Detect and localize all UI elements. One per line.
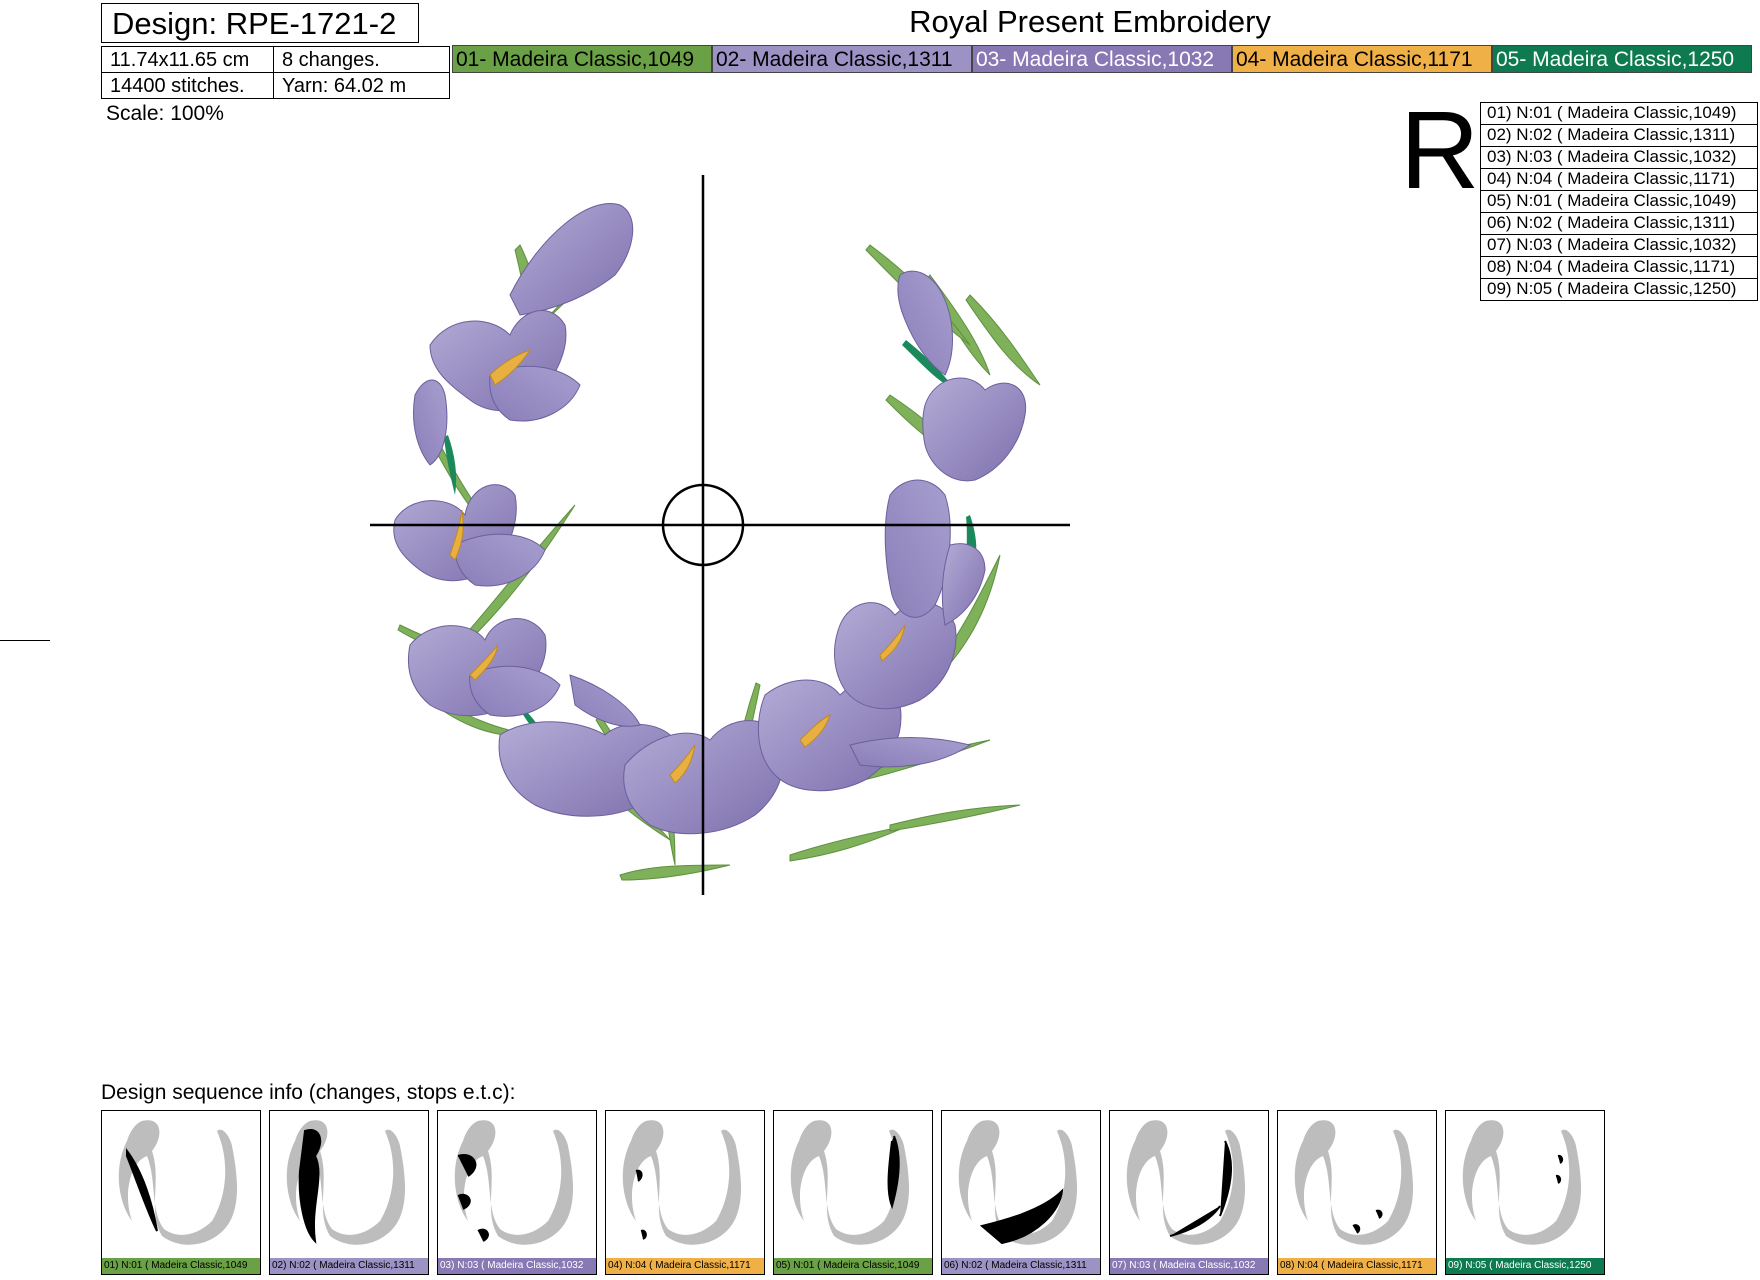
stops-heading: R xyxy=(1400,89,1480,212)
color-changes-count: 8 changes. xyxy=(273,46,450,73)
brand-title: Royal Present Embroidery xyxy=(909,4,1271,39)
scale-label: Scale: 100% xyxy=(106,102,224,125)
sequence-step-thumbnail xyxy=(958,1120,1077,1245)
current-step-highlight xyxy=(635,1169,647,1240)
crocus-flowers xyxy=(393,203,1027,835)
stop-list: 01) N:01 ( Madeira Classic,1049) 02) N:0… xyxy=(1480,102,1758,301)
sequence-step-label: 07) N:03 ( Madeira Classic,1032 xyxy=(1110,1258,1268,1274)
sequence-step-label: 02) N:02 ( Madeira Classic,1311 xyxy=(270,1258,428,1274)
sequence-thumbnails: 01) N:01 ( Madeira Classic,1049 02) N:02 … xyxy=(101,1110,1605,1275)
wreath-silhouette xyxy=(622,1120,741,1245)
margin-tick-mark xyxy=(0,640,50,641)
current-step-highlight xyxy=(1555,1154,1564,1184)
sequence-step-thumbnail xyxy=(286,1120,405,1245)
design-title: Design: RPE-1721-2 xyxy=(101,3,419,43)
sequence-step-card: 01) N:01 ( Madeira Classic,1049 xyxy=(101,1110,261,1275)
sequence-step-label: 08) N:04 ( Madeira Classic,1171 xyxy=(1278,1258,1436,1274)
sequence-step-card: 05) N:01 ( Madeira Classic,1049 xyxy=(773,1110,933,1275)
sequence-step-card: 04) N:04 ( Madeira Classic,1171 xyxy=(605,1110,765,1275)
sequence-step-label: 04) N:04 ( Madeira Classic,1171 xyxy=(606,1258,764,1274)
stitch-count: 14400 stitches. xyxy=(101,72,274,99)
design-info-table: 11.74x11.65 cm 8 changes. 14400 stitches… xyxy=(101,46,450,99)
sequence-step-card: 06) N:02 ( Madeira Classic,1311 xyxy=(941,1110,1101,1275)
sequence-step-label: 09) N:05 ( Madeira Classic,1250 xyxy=(1446,1258,1604,1274)
thread-swatch-1: 01- Madeira Classic,1049 xyxy=(452,45,712,73)
stop-row: 01) N:01 ( Madeira Classic,1049) xyxy=(1481,103,1757,125)
yarn-length: Yarn: 64.02 m xyxy=(273,72,450,99)
sequence-step-card: 03) N:03 ( Madeira Classic,1032 xyxy=(437,1110,597,1275)
sequence-step-card: 09) N:05 ( Madeira Classic,1250 xyxy=(1445,1110,1605,1275)
sequence-step-thumbnail xyxy=(790,1120,909,1245)
stop-row: 06) N:02 ( Madeira Classic,1311) xyxy=(1481,213,1757,235)
sequence-step-thumbnail xyxy=(118,1120,237,1245)
thread-swatch-2: 02- Madeira Classic,1311 xyxy=(712,45,972,73)
sequence-title: Design sequence info (changes, stops e.t… xyxy=(101,1081,516,1104)
sequence-step-label: 03) N:03 ( Madeira Classic,1032 xyxy=(438,1258,596,1274)
stop-row: 05) N:01 ( Madeira Classic,1049) xyxy=(1481,191,1757,213)
stop-row: 09) N:05 ( Madeira Classic,1250) xyxy=(1487,279,1737,298)
sequence-step-label: 01) N:01 ( Madeira Classic,1049 xyxy=(102,1258,260,1274)
wreath-silhouette xyxy=(454,1120,573,1245)
wreath-silhouette xyxy=(1462,1120,1581,1245)
thread-swatch-5: 05- Madeira Classic,1250 xyxy=(1492,45,1752,73)
sequence-step-label: 05) N:01 ( Madeira Classic,1049 xyxy=(774,1258,932,1274)
stop-row: 02) N:02 ( Madeira Classic,1311) xyxy=(1481,125,1757,147)
sequence-step-thumbnail xyxy=(622,1120,741,1245)
sequence-step-thumbnail xyxy=(1126,1120,1245,1245)
thread-color-strip: 01- Madeira Classic,1049 02- Madeira Cla… xyxy=(452,45,1752,73)
current-step-highlight xyxy=(298,1129,322,1244)
sequence-step-thumbnail xyxy=(454,1120,573,1245)
stop-row: 07) N:03 ( Madeira Classic,1032) xyxy=(1481,235,1757,257)
sequence-step-thumbnail xyxy=(1462,1120,1581,1245)
stop-row: 04) N:04 ( Madeira Classic,1171) xyxy=(1481,169,1757,191)
sequence-step-label: 06) N:02 ( Madeira Classic,1311 xyxy=(942,1258,1100,1274)
stop-row: 03) N:03 ( Madeira Classic,1032) xyxy=(1481,147,1757,169)
sequence-step-card: 07) N:03 ( Madeira Classic,1032 xyxy=(1109,1110,1269,1275)
sequence-step-card: 02) N:02 ( Madeira Classic,1311 xyxy=(269,1110,429,1275)
crocus-wreath-design xyxy=(370,175,1070,895)
sequence-step-card: 08) N:04 ( Madeira Classic,1171 xyxy=(1277,1110,1437,1275)
thread-swatch-4: 04- Madeira Classic,1171 xyxy=(1232,45,1492,73)
sequence-step-thumbnail xyxy=(1294,1120,1413,1245)
stop-row: 08) N:04 ( Madeira Classic,1171) xyxy=(1481,257,1757,279)
thread-swatch-3: 03- Madeira Classic,1032 xyxy=(972,45,1232,73)
design-size: 11.74x11.65 cm xyxy=(101,46,274,73)
